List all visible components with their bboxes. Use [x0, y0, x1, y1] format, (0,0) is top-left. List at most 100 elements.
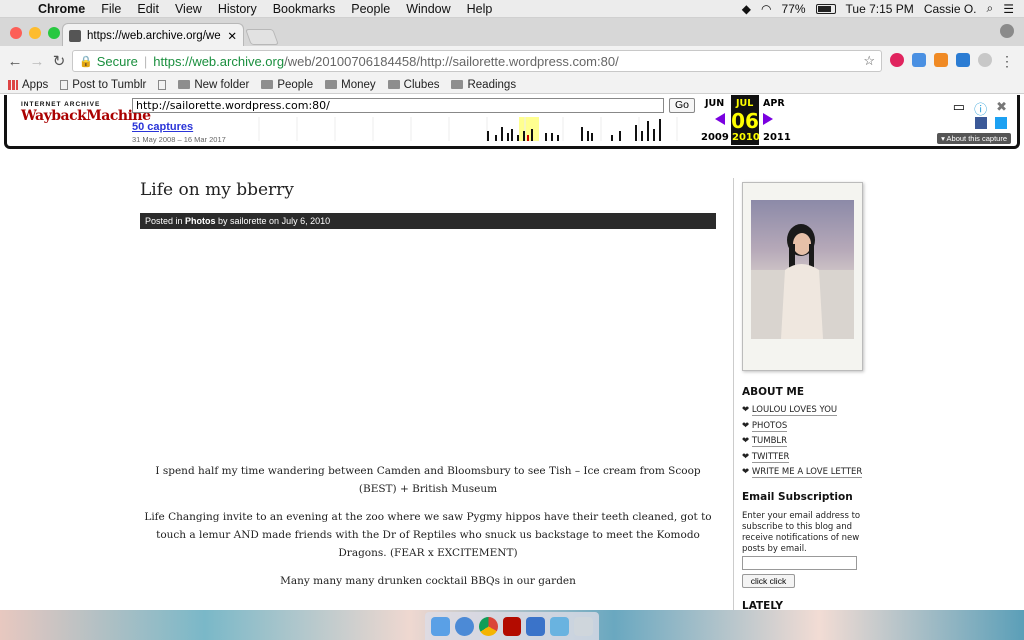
sidebar-link-tumblr[interactable]: ❤ TUMBLR	[742, 436, 862, 452]
sidebar-link-loulou[interactable]: ❤ LOULOU LOVES YOU	[742, 405, 862, 421]
browser-toolbar: ← → ↻ 🔒 Secure | https://web.archive.org…	[0, 46, 1024, 76]
bookmark-apps[interactable]: Apps	[8, 79, 48, 91]
prev-capture-arrow-icon[interactable]	[715, 113, 725, 125]
wayback-go-button[interactable]: Go	[669, 98, 695, 113]
post-meta-prefix: Posted in	[145, 216, 186, 226]
menu-people[interactable]: People	[343, 2, 398, 16]
post-title[interactable]: Life on my bberry	[140, 180, 294, 200]
next-year[interactable]: 2011	[763, 132, 791, 143]
bookmark-label: New folder	[194, 78, 250, 91]
blog-page: Life on my bberry Posted in Photos by sa…	[0, 150, 1024, 610]
menu-view[interactable]: View	[167, 2, 210, 16]
capture-date-range: 31 May 2008 – 16 Mar 2017	[132, 135, 226, 144]
wayback-logo[interactable]: INTERNET ARCHIVE WaybackMachine	[21, 101, 151, 124]
sidebar-link-label: TWITTER	[751, 451, 790, 463]
new-tab-button[interactable]	[245, 29, 279, 45]
preview-icon[interactable]	[550, 616, 570, 636]
skype-icon[interactable]	[956, 53, 970, 67]
clock[interactable]: Tue 7:15 PM	[846, 2, 914, 16]
bookmark-folder-new-folder[interactable]: New folder	[178, 79, 249, 91]
close-banner-icon[interactable]: ✖	[996, 99, 1007, 118]
menu-app-name[interactable]: Chrome	[30, 2, 93, 16]
email-field[interactable]	[742, 556, 857, 570]
zoom-window-icon[interactable]	[48, 27, 60, 39]
messages-icon[interactable]	[454, 616, 474, 636]
sidebar-link-label: PHOTOS	[751, 420, 788, 432]
next-capture-arrow-icon[interactable]	[763, 113, 773, 125]
wayback-banner: INTERNET ARCHIVE WaybackMachine http://s…	[4, 95, 1020, 149]
profile-polaroid-image[interactable]	[742, 182, 863, 371]
window-icon[interactable]: ▭	[953, 99, 965, 118]
menu-history[interactable]: History	[210, 2, 265, 16]
bookmark-post-to-tumblr[interactable]: Post to Tumblr	[60, 79, 146, 91]
user-name[interactable]: Cassie O.	[924, 2, 977, 16]
notification-center-icon[interactable]: ☰	[1003, 2, 1014, 16]
heart-icon: ❤	[742, 420, 750, 431]
next-month[interactable]: APR	[763, 98, 785, 109]
tab-bar: https://web.archive.org/web/20 ✕	[0, 18, 1024, 47]
bookmark-folder-readings[interactable]: Readings	[451, 79, 516, 91]
close-window-icon[interactable]	[10, 27, 22, 39]
stack-icon[interactable]	[934, 53, 948, 67]
prev-year[interactable]: 2009	[701, 132, 729, 143]
sidebar-link-twitter[interactable]: ❤ TWITTER	[742, 451, 862, 468]
pinterest-icon[interactable]	[890, 53, 904, 67]
post-category-link[interactable]: Photos	[185, 216, 216, 226]
extension-gray-icon[interactable]	[978, 53, 992, 67]
active-tab[interactable]: https://web.archive.org/web/20 ✕	[62, 23, 244, 47]
trash-icon[interactable]	[574, 616, 594, 636]
forward-icon[interactable]: →	[26, 53, 48, 70]
bookmarks-bar: Apps Post to Tumblr New folder People Mo…	[0, 76, 1024, 94]
subscribe-button[interactable]: click click	[742, 574, 795, 588]
sidebar-link-label: LOULOU LOVES YOU	[751, 405, 838, 416]
bookmark-folder-people[interactable]: People	[261, 79, 313, 91]
profile-icon[interactable]	[1000, 24, 1014, 38]
facebook-icon[interactable]	[975, 117, 987, 129]
menu-edit[interactable]: Edit	[129, 2, 167, 16]
wayback-url-input[interactable]: http://sailorette.wordpress.com:80/	[132, 98, 664, 113]
folder-icon	[261, 80, 274, 89]
about-capture-button[interactable]: ▾ About this capture	[937, 133, 1011, 144]
prev-month[interactable]: JUN	[705, 98, 724, 109]
lock-icon[interactable]: 🔒	[79, 55, 93, 68]
word-icon[interactable]	[526, 616, 546, 636]
sidebar-link-photos[interactable]: ❤ PHOTOS	[742, 420, 862, 437]
bookmark-star-icon[interactable]: ☆	[863, 53, 875, 69]
acrobat-icon[interactable]	[502, 616, 522, 636]
help-icon[interactable]: ⓘ	[974, 99, 987, 118]
post-meta-suffix: by sailorette on July 6, 2010	[215, 216, 331, 226]
menu-bookmarks[interactable]: Bookmarks	[265, 2, 344, 16]
sparkline-current-capture	[527, 135, 529, 141]
back-icon[interactable]: ←	[4, 53, 26, 70]
bookmark-label: Clubes	[403, 78, 440, 91]
chrome-menu-icon[interactable]: ⋮	[1000, 53, 1014, 70]
tab-favicon-icon	[69, 29, 81, 42]
chrome-icon[interactable]	[478, 616, 498, 636]
bookmark-label: Apps	[22, 78, 49, 91]
bookmark-folder-clubes[interactable]: Clubes	[387, 78, 440, 91]
dropbox-icon[interactable]: ◆	[742, 2, 751, 16]
twitter-icon[interactable]	[995, 117, 1007, 129]
docs-icon[interactable]	[912, 53, 926, 67]
wifi-icon[interactable]: ◠	[761, 2, 771, 16]
finder-icon[interactable]	[431, 616, 450, 636]
menu-window[interactable]: Window	[398, 2, 458, 16]
capture-sparkline[interactable]	[239, 117, 695, 143]
reload-icon[interactable]: ↻	[48, 52, 70, 70]
bookmark-folder-money[interactable]: Money	[325, 79, 376, 91]
menu-file[interactable]: File	[93, 2, 129, 16]
close-tab-icon[interactable]: ✕	[227, 29, 237, 43]
wayback-social	[975, 117, 1007, 129]
spotlight-icon[interactable]: ⌕	[987, 1, 994, 16]
captures-link[interactable]: 50 captures	[132, 121, 193, 133]
current-year: 2010	[732, 132, 760, 143]
bookmark-page[interactable]	[158, 79, 167, 90]
minimize-window-icon[interactable]	[29, 27, 41, 39]
sidebar-link-label: TUMBLR	[751, 436, 788, 447]
sidebar-link-love-letter[interactable]: ❤ WRITE ME A LOVE LETTER	[742, 467, 863, 483]
battery-icon[interactable]	[815, 3, 836, 14]
post-paragraph: Life Changing invite to an evening at th…	[144, 511, 712, 559]
post-paragraph: I spend half my time wandering between C…	[155, 465, 701, 495]
address-bar[interactable]: 🔒 Secure | https://web.archive.org /web/…	[72, 50, 882, 72]
menu-help[interactable]: Help	[459, 2, 501, 16]
